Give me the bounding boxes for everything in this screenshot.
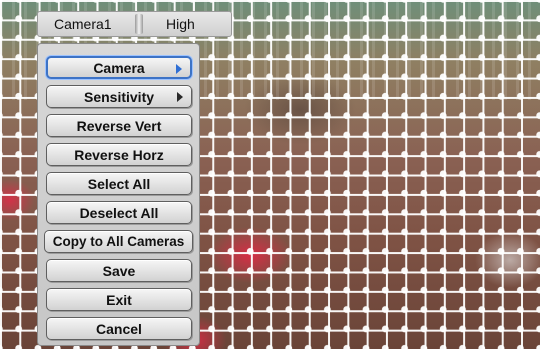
menu-item-label: Reverse Vert	[76, 117, 162, 134]
menu-item-label: Cancel	[96, 320, 142, 337]
menu-item-label: Exit	[106, 291, 132, 308]
menu-item-sensitivity[interactable]: Sensitivity	[46, 85, 192, 108]
menu-item-label: Copy to All Cameras	[52, 234, 185, 249]
menu-item-copy-to-all-cameras[interactable]: Copy to All Cameras	[44, 230, 193, 253]
quality-label: High	[166, 16, 195, 32]
menu-item-save[interactable]: Save	[46, 259, 192, 282]
menu-item-exit[interactable]: Exit	[46, 288, 192, 311]
menu-item-label: Select All	[87, 175, 151, 192]
submenu-arrow-icon	[177, 92, 183, 102]
status-bar-separator	[135, 14, 143, 34]
menu-item-label: Camera	[93, 59, 145, 76]
menu-item-cancel[interactable]: Cancel	[46, 317, 192, 340]
camera-name-label: Camera1	[54, 16, 112, 32]
menu-item-label: Reverse Horz	[74, 146, 164, 163]
menu-item-reverse-horz[interactable]: Reverse Horz	[46, 143, 192, 166]
submenu-arrow-icon	[176, 64, 182, 74]
menu-item-select-all[interactable]: Select All	[46, 172, 192, 195]
menu-item-label: Deselect All	[79, 204, 159, 221]
camera-status-bar: Camera1 High	[37, 11, 232, 37]
motion-setup-menu: Camera Sensitivity Reverse Vert Reverse …	[37, 43, 200, 346]
menu-item-label: Sensitivity	[83, 88, 155, 105]
menu-item-label: Save	[102, 262, 136, 279]
menu-item-camera[interactable]: Camera	[46, 56, 192, 79]
menu-item-reverse-vert[interactable]: Reverse Vert	[46, 114, 192, 137]
menu-item-deselect-all[interactable]: Deselect All	[46, 201, 192, 224]
